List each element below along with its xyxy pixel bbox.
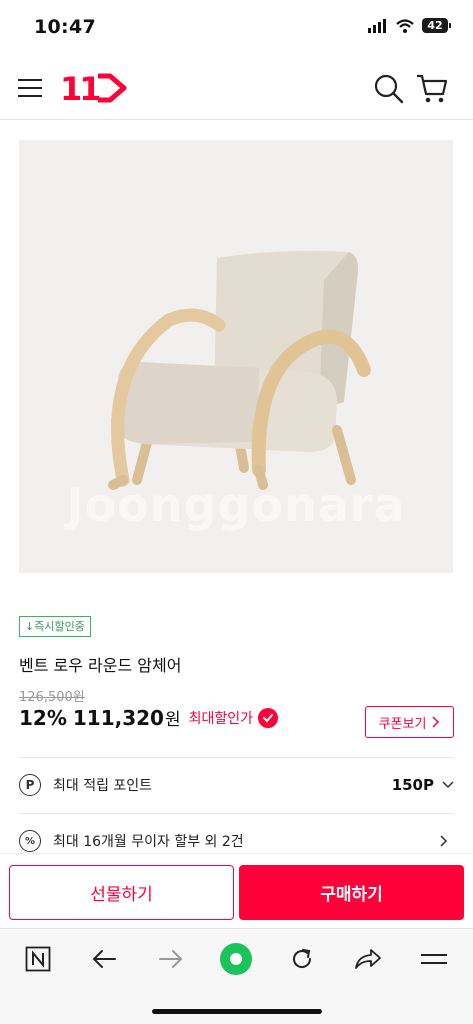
price-row: 12% 111,320 원 최대할인가 bbox=[19, 705, 279, 730]
signal-icon bbox=[368, 18, 386, 33]
points-row[interactable]: P 최대 적립 포인트 150P bbox=[19, 757, 454, 813]
coupon-button[interactable]: 쿠폰보기 bbox=[365, 706, 454, 738]
battery-level: 42 bbox=[422, 18, 448, 33]
chevron-right-icon bbox=[440, 835, 448, 847]
action-bar: 선물하기 구매하기 bbox=[0, 853, 473, 928]
forward-icon[interactable] bbox=[151, 943, 191, 975]
share-icon[interactable] bbox=[348, 943, 388, 975]
hamburger-icon[interactable] bbox=[18, 76, 42, 100]
original-price: 126,500원 bbox=[19, 690, 85, 705]
currency-label: 원 bbox=[164, 710, 181, 730]
coupon-label: 쿠폰보기 bbox=[378, 716, 427, 732]
logo-icon[interactable]: 11 bbox=[60, 69, 128, 107]
search-icon[interactable] bbox=[372, 72, 406, 106]
home-indicator bbox=[152, 1009, 322, 1014]
buy-button[interactable]: 구매하기 bbox=[239, 865, 464, 920]
back-icon[interactable] bbox=[84, 943, 124, 975]
green-dot-icon[interactable] bbox=[216, 943, 256, 975]
points-icon: P bbox=[19, 774, 41, 796]
status-bar: 10:47 42 bbox=[0, 0, 473, 56]
status-icons: 42 bbox=[368, 18, 451, 33]
reload-icon[interactable] bbox=[282, 943, 322, 975]
status-time: 10:47 bbox=[34, 16, 96, 38]
installment-icon: % bbox=[19, 830, 41, 852]
battery-icon: 42 bbox=[422, 18, 451, 33]
wifi-icon bbox=[396, 18, 414, 33]
instant-discount-badge: ↓즉시할인중 bbox=[19, 616, 91, 637]
points-label: 최대 적립 포인트 bbox=[53, 778, 153, 794]
chevron-down-icon bbox=[442, 781, 454, 789]
cart-icon[interactable] bbox=[414, 70, 450, 106]
gift-button[interactable]: 선물하기 bbox=[9, 865, 234, 920]
product-title: 벤트 로우 라운드 암체어 bbox=[19, 656, 182, 675]
image-watermark: Joonggonara bbox=[66, 478, 406, 532]
chevron-right-icon bbox=[432, 716, 440, 728]
check-icon[interactable] bbox=[258, 707, 279, 728]
sale-price: 111,320 bbox=[72, 705, 164, 730]
max-discount-label[interactable]: 최대할인가 bbox=[189, 708, 253, 728]
app-header: 11 bbox=[0, 56, 473, 120]
installment-label: 최대 16개월 무이자 할부 외 2건 bbox=[53, 834, 244, 850]
logo-text: 11 bbox=[60, 70, 100, 107]
n-home-icon[interactable] bbox=[18, 943, 58, 975]
product-image[interactable]: Joonggonara bbox=[19, 140, 453, 573]
points-value: 150P bbox=[391, 776, 434, 794]
discount-rate: 12% bbox=[19, 705, 67, 730]
menu-icon[interactable] bbox=[414, 943, 454, 975]
browser-toolbar bbox=[0, 928, 473, 1024]
